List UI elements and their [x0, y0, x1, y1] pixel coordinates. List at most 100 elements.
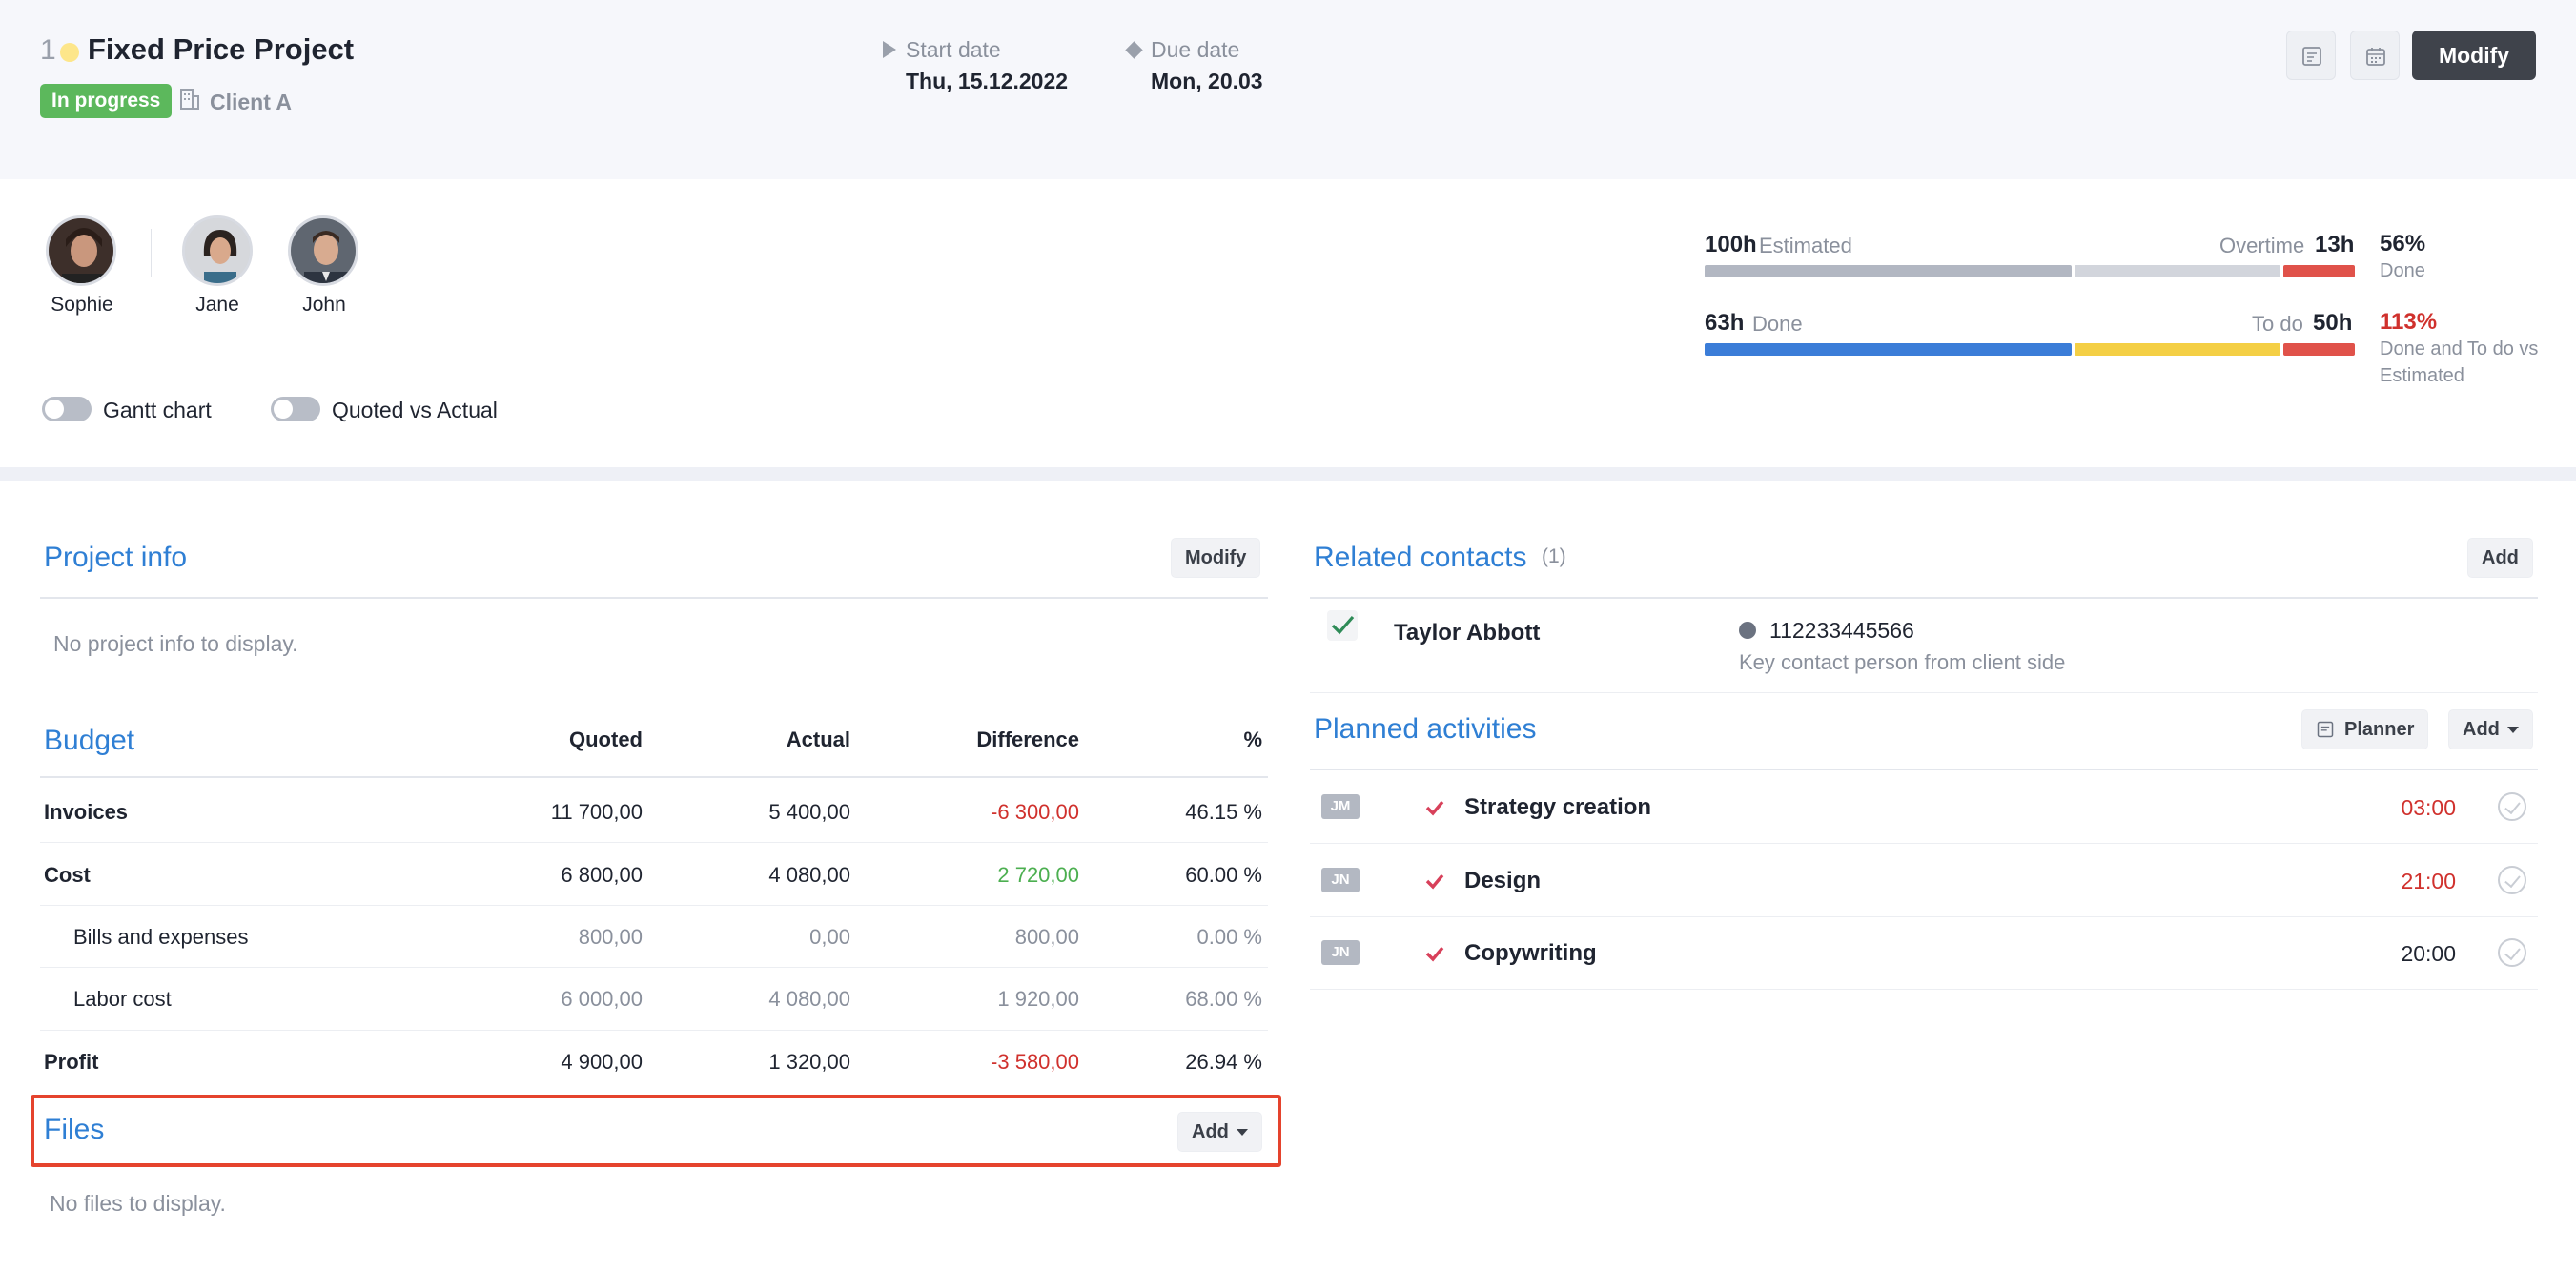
budget-quoted: 800,00	[578, 925, 643, 949]
files-title: Files	[44, 1114, 105, 1145]
activities-add-label: Add	[2463, 719, 2500, 740]
estimated-label: Estimated	[1759, 234, 1852, 257]
contact-phone[interactable]: 112233445566	[1769, 618, 1914, 644]
estimated-remaining-bar	[2075, 265, 2280, 277]
budget-row-label: Invoices	[44, 800, 129, 824]
activity-time: 21:00	[2401, 869, 2456, 893]
overtime-label: Overtime	[2219, 234, 2305, 257]
avatar-sophie[interactable]	[46, 215, 116, 286]
client-link[interactable]: Client A	[210, 90, 292, 115]
row-rule	[1310, 843, 2538, 844]
contact-name[interactable]: Taylor Abbott	[1394, 620, 1540, 646]
budget-difference: 800,00	[1014, 925, 1079, 949]
planner-button[interactable]	[2286, 31, 2336, 80]
row-rule	[1310, 916, 2538, 917]
row-rule	[40, 842, 1268, 843]
budget-percent: 68.00 %	[1185, 987, 1262, 1011]
todo-label: To do	[2252, 312, 2303, 336]
budget-row-label: Profit	[44, 1050, 99, 1074]
activities-add-button[interactable]: Add	[2448, 709, 2533, 749]
budget-col-difference: Difference	[976, 728, 1079, 751]
project-info-title: Project info	[44, 542, 188, 573]
budget-actual: 5 400,00	[768, 800, 850, 824]
start-date-label: Start date	[906, 37, 1001, 62]
calendar-icon	[2366, 48, 2385, 66]
due-date-value[interactable]: Mon, 20.03	[1151, 69, 1263, 94]
row-rule	[1310, 989, 2538, 990]
budget-difference: -6 300,00	[991, 800, 1079, 824]
done-hours: 63h	[1705, 310, 1745, 336]
section-rule	[40, 597, 1268, 599]
avatar-john[interactable]	[288, 215, 358, 286]
team-member-name: Jane	[195, 294, 239, 316]
calendar-button[interactable]	[2350, 31, 2400, 80]
modify-project-button[interactable]: Modify	[2412, 31, 2536, 80]
activity-name[interactable]: Copywriting	[1464, 940, 1597, 967]
budget-quoted: 6 000,00	[561, 987, 643, 1011]
due-date-label: Due date	[1151, 37, 1240, 62]
budget-actual: 4 080,00	[768, 987, 850, 1011]
row-rule	[40, 967, 1268, 968]
quoted-vs-actual-label: Quoted vs Actual	[332, 398, 498, 422]
quoted-vs-actual-toggle[interactable]	[271, 397, 320, 421]
avatar-jane[interactable]	[182, 215, 253, 286]
row-rule	[40, 1030, 1268, 1031]
mark-done-icon[interactable]	[2498, 792, 2526, 821]
budget-quoted: 11 700,00	[550, 800, 643, 824]
budget-quoted: 4 900,00	[561, 1050, 643, 1074]
planner-button-small[interactable]: Planner	[2301, 709, 2429, 749]
person-john-icon	[291, 218, 356, 283]
budget-percent: 0.00 %	[1196, 925, 1263, 949]
overtime-hours: 13h	[2315, 232, 2355, 257]
task-check-icon	[1425, 873, 1444, 890]
mark-done-icon[interactable]	[2498, 866, 2526, 894]
contact-checkbox[interactable]	[1327, 610, 1358, 641]
contact-note: Key contact person from client side	[1739, 650, 2066, 674]
activity-name[interactable]: Design	[1464, 868, 1541, 894]
budget-col-percent: %	[1243, 728, 1262, 751]
budget-percent: 46.15 %	[1185, 800, 1262, 824]
related-contacts-title: Related contacts	[1314, 542, 1527, 573]
overtime-bar	[2283, 265, 2355, 277]
due-diamond-icon	[1125, 41, 1143, 59]
assignee-badge: JN	[1321, 868, 1360, 892]
mark-done-icon[interactable]	[2498, 938, 2526, 967]
activity-name[interactable]: Strategy creation	[1464, 794, 1651, 821]
budget-difference: 1 920,00	[997, 987, 1079, 1011]
budget-percent: 60.00 %	[1185, 863, 1262, 887]
done-percentage-label: Done	[2380, 260, 2425, 281]
project-header: 1 Fixed Price Project In progress Client…	[0, 0, 2576, 179]
start-date-value[interactable]: Thu, 15.12.2022	[906, 69, 1068, 94]
caret-down-icon	[2506, 727, 2519, 734]
budget-quoted: 6 800,00	[561, 863, 643, 887]
contacts-add-button[interactable]: Add	[2467, 538, 2533, 578]
row-rule	[40, 905, 1268, 906]
files-highlight-box	[31, 1095, 1281, 1167]
estimated-done-bar	[1705, 265, 2072, 277]
priority-dot-icon	[60, 43, 79, 62]
planned-activities-title: Planned activities	[1314, 713, 1537, 745]
person-jane-icon	[185, 218, 250, 283]
done-label: Done	[1752, 312, 1803, 336]
project-title: Fixed Price Project	[88, 32, 355, 66]
assignee-badge: JN	[1321, 940, 1360, 965]
gantt-chart-toggle[interactable]	[42, 397, 92, 421]
section-rule	[40, 776, 1268, 778]
budget-title: Budget	[44, 725, 135, 756]
caret-down-icon	[1236, 1129, 1248, 1137]
files-add-label: Add	[1192, 1121, 1229, 1142]
budget-actual: 0,00	[809, 925, 850, 949]
project-info-modify-button[interactable]: Modify	[1171, 538, 1261, 578]
team-divider	[151, 229, 152, 277]
status-badge[interactable]: In progress	[40, 84, 173, 118]
start-triangle-icon	[883, 41, 896, 58]
section-rule	[1310, 769, 2538, 770]
done-percentage: 56%	[2380, 231, 2426, 256]
planner-label: Planner	[2344, 719, 2415, 740]
budget-row-label: Cost	[44, 863, 91, 887]
gantt-chart-label: Gantt chart	[103, 398, 212, 422]
files-add-button[interactable]: Add	[1177, 1112, 1262, 1152]
activity-time: 20:00	[2401, 941, 2456, 966]
budget-actual: 1 320,00	[768, 1050, 850, 1074]
section-separator	[0, 467, 2576, 481]
